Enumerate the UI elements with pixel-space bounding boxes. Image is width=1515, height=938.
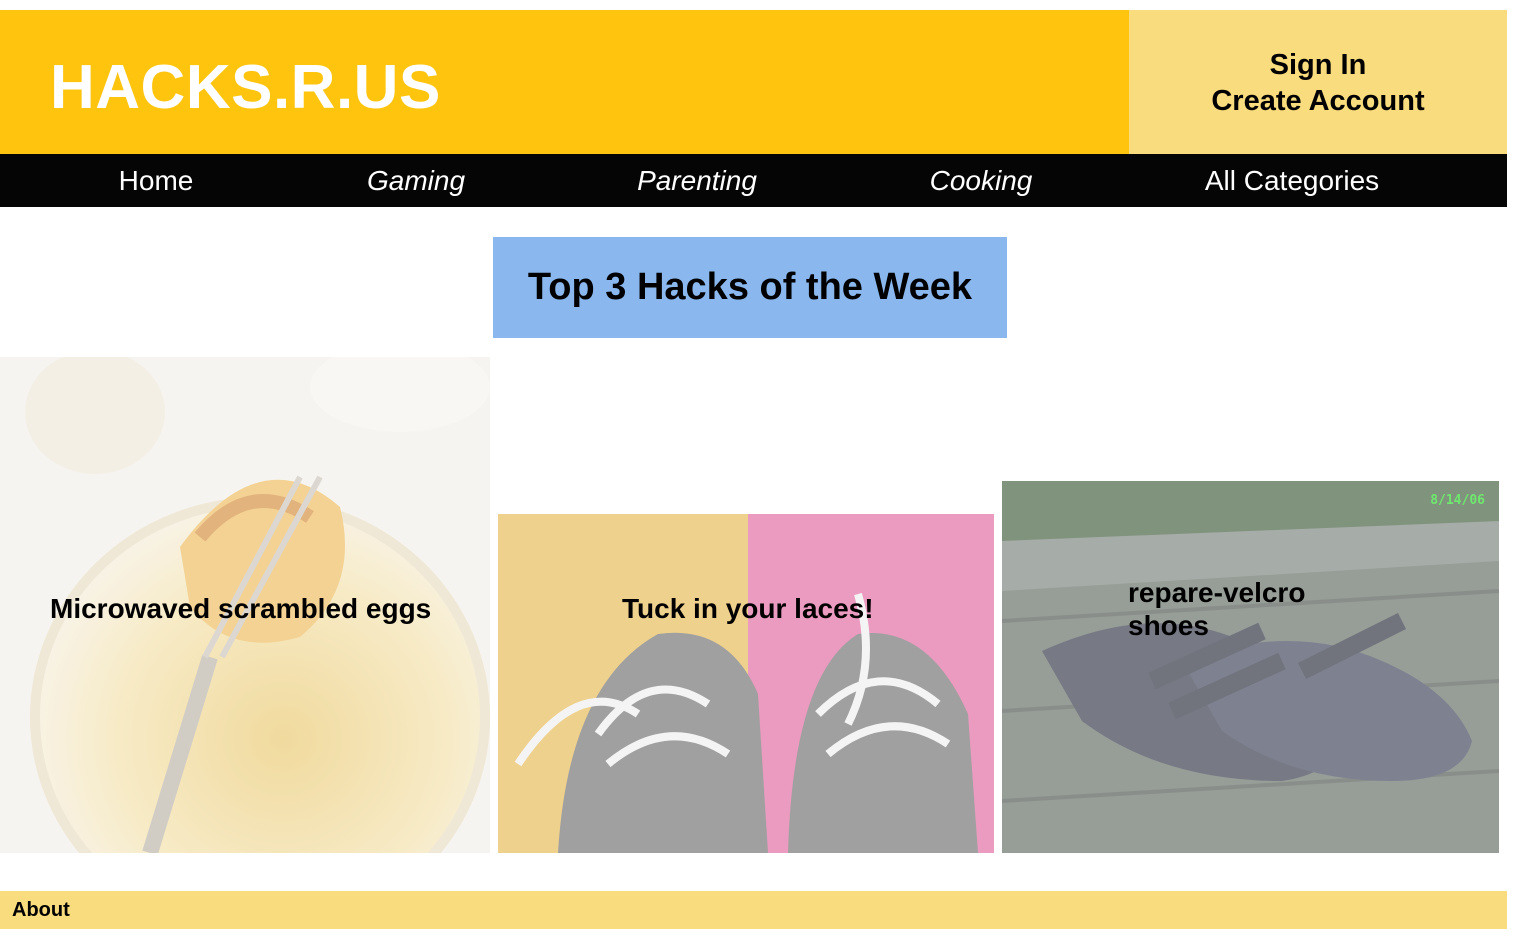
- hack-card-laces[interactable]: Tuck in your laces!: [498, 514, 994, 853]
- nav-home[interactable]: Home: [119, 154, 194, 207]
- about-link[interactable]: About: [12, 899, 70, 922]
- sign-in-link[interactable]: Sign In: [1270, 47, 1367, 83]
- hack-card-eggs[interactable]: Microwaved scrambled eggs: [0, 357, 490, 853]
- laces-photo-wash: [498, 514, 994, 853]
- nav-cooking[interactable]: Cooking: [930, 154, 1033, 207]
- account-panel: Sign In Create Account: [1129, 10, 1507, 154]
- hack-label-velcro: repare-velcro shoes: [1128, 577, 1306, 641]
- nav-gaming[interactable]: Gaming: [367, 154, 465, 207]
- hack-label-eggs: Microwaved scrambled eggs: [50, 593, 432, 624]
- create-account-link[interactable]: Create Account: [1211, 83, 1424, 119]
- hack-card-velcro[interactable]: 8/14/06 repare-velcro shoes: [1002, 481, 1499, 853]
- section-title-text: Top 3 Hacks of the Week: [527, 266, 973, 308]
- brand-banner: HACKS.R.US: [0, 10, 1129, 154]
- section-title: Top 3 Hacks of the Week: [493, 237, 1007, 338]
- velcro-photo-wash: [1002, 481, 1499, 853]
- hack-label-laces: Tuck in your laces!: [622, 593, 874, 624]
- main-nav: Home Gaming Parenting Cooking All Catego…: [0, 154, 1507, 207]
- photo-date-stamp: 8/14/06: [1430, 493, 1485, 508]
- nav-all-categories[interactable]: All Categories: [1205, 154, 1379, 207]
- site-footer: About: [0, 891, 1507, 929]
- site-logo-text[interactable]: HACKS.R.US: [50, 52, 441, 123]
- site-header: HACKS.R.US Sign In Create Account: [0, 10, 1507, 154]
- nav-parenting[interactable]: Parenting: [637, 154, 757, 207]
